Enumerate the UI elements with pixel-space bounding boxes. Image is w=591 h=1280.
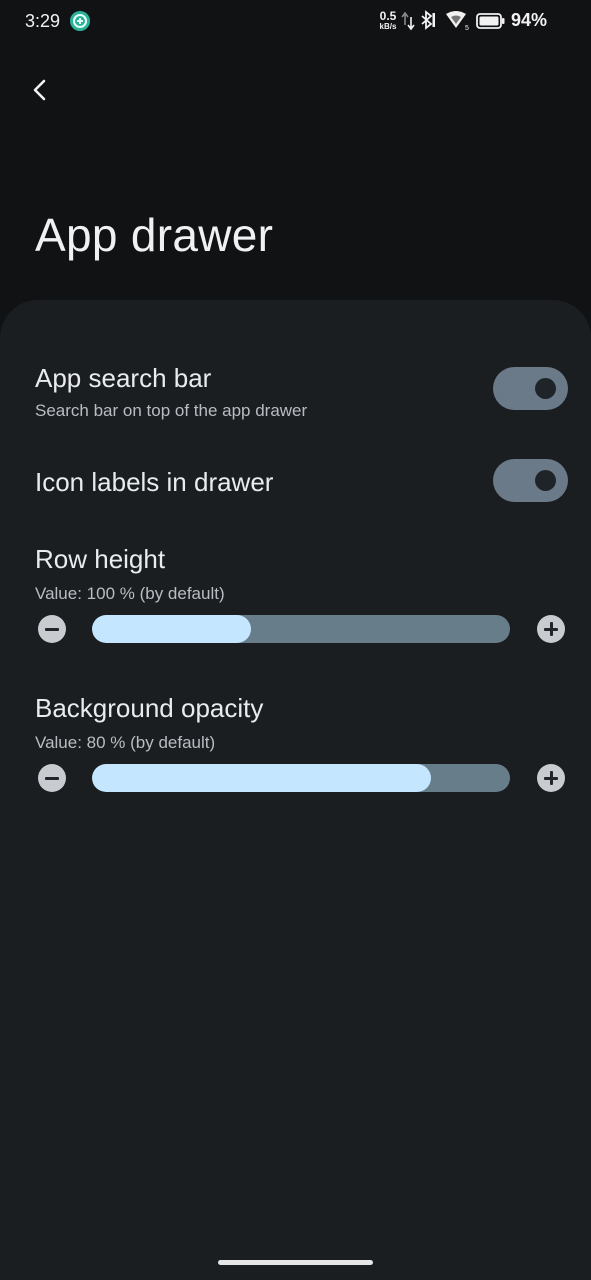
setting-app-search-bar[interactable]: App search bar Search bar on top of the … — [0, 355, 591, 435]
net-speed-value: 0.5 — [379, 9, 397, 23]
net-speed: 0.5 kB/s — [377, 10, 399, 31]
slider-fill — [92, 615, 251, 643]
battery-icon — [476, 13, 505, 29]
setting-title: App search bar — [35, 363, 212, 393]
setting-row-height: Row height Value: 100 % (by default) — [0, 540, 591, 650]
status-bar: 3:29 0.5 kB/s 5 94% — [0, 0, 591, 42]
net-speed-unit: kB/s — [379, 22, 397, 31]
icon-labels-toggle[interactable] — [493, 459, 568, 502]
row-height-increase-button[interactable] — [537, 615, 565, 643]
svg-text:5: 5 — [465, 25, 469, 31]
slider-fill — [92, 764, 431, 792]
wifi-icon: 5 — [446, 11, 469, 31]
home-indicator[interactable] — [218, 1260, 373, 1265]
page-title: App drawer — [35, 209, 274, 261]
data-arrows-icon — [401, 11, 415, 31]
toggle-knob — [535, 470, 556, 491]
status-icons: 0.5 kB/s 5 94% — [361, 8, 591, 34]
setting-icon-labels[interactable]: Icon labels in drawer — [0, 455, 591, 515]
setting-background-opacity: Background opacity Value: 80 % (by defau… — [0, 690, 591, 800]
settings-sheet: App search bar Search bar on top of the … — [0, 300, 591, 1280]
back-button[interactable] — [22, 72, 58, 108]
setting-title: Icon labels in drawer — [35, 467, 274, 497]
setting-title: Background opacity — [35, 693, 264, 723]
row-height-decrease-button[interactable] — [38, 615, 66, 643]
bluetooth-icon — [421, 10, 435, 30]
setting-value: Value: 80 % (by default) — [35, 733, 216, 752]
app-notification-icon — [70, 11, 90, 31]
status-time: 3:29 — [25, 11, 61, 31]
background-opacity-slider[interactable] — [92, 764, 510, 792]
app-search-bar-toggle[interactable] — [493, 367, 568, 410]
chevron-left-icon — [33, 79, 46, 101]
background-opacity-decrease-button[interactable] — [38, 764, 66, 792]
background-opacity-increase-button[interactable] — [537, 764, 565, 792]
setting-value: Value: 100 % (by default) — [35, 584, 225, 603]
setting-subtitle: Search bar on top of the app drawer — [35, 401, 308, 420]
toggle-knob — [535, 378, 556, 399]
battery-percent: 94% — [511, 10, 548, 30]
setting-title: Row height — [35, 544, 166, 574]
row-height-slider[interactable] — [92, 615, 510, 643]
